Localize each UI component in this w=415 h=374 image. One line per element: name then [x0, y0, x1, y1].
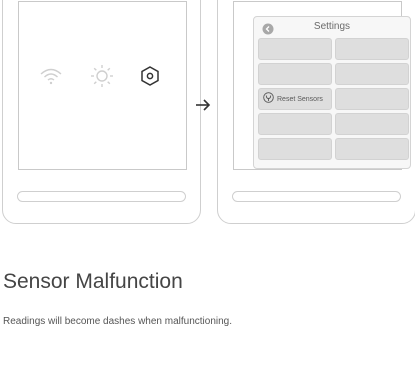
settings-grid: Reset Sensors [258, 38, 409, 160]
device-home [2, 0, 201, 224]
settings-tile[interactable] [258, 138, 332, 160]
settings-title: Settings [313, 21, 351, 32]
right-arrow-icon [193, 95, 213, 115]
settings-tile[interactable] [335, 138, 409, 160]
settings-tile[interactable] [335, 63, 409, 85]
reset-sensors-button[interactable]: Reset Sensors [258, 88, 332, 110]
settings-tile[interactable] [258, 113, 332, 135]
settings-panel: Settings Reset Sensors [253, 16, 411, 169]
wifi-icon[interactable] [36, 61, 66, 91]
device-settings: Settings Reset Sensors [217, 0, 415, 224]
hex-gear-icon[interactable] [135, 61, 165, 91]
settings-tile[interactable] [258, 63, 332, 85]
settings-device-screen: Settings Reset Sensors [233, 1, 411, 170]
home-screen [18, 1, 187, 170]
reset-sensor-icon [263, 90, 274, 108]
reset-sensors-label: Reset Sensors [277, 95, 323, 103]
settings-tile[interactable] [258, 38, 332, 60]
sun-icon[interactable] [87, 61, 117, 91]
device-bottom-bar [232, 191, 401, 202]
device-bottom-bar [17, 191, 186, 202]
settings-tile[interactable] [335, 38, 409, 60]
home-icon-row [19, 61, 186, 95]
section-title: Sensor Malfunction [3, 270, 183, 293]
section-description: Readings will become dashes when malfunc… [3, 316, 233, 327]
settings-tile[interactable] [335, 88, 409, 110]
settings-header: Settings [254, 17, 410, 37]
settings-tile[interactable] [335, 113, 409, 135]
